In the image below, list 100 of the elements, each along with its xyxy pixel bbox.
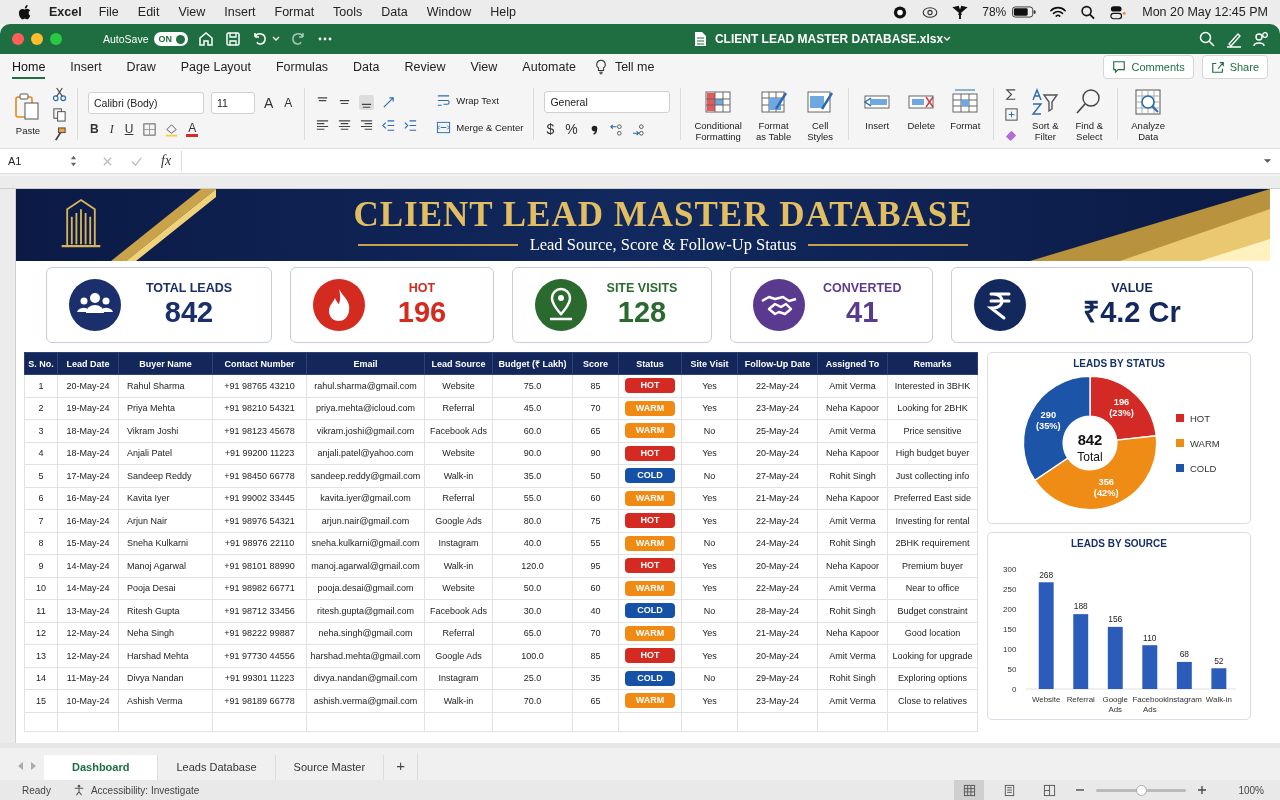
increase-indent-icon[interactable] [403,118,419,133]
font-size-button[interactable]: A [282,95,295,110]
menu-item[interactable]: File [98,5,119,19]
caret-icon[interactable] [943,36,952,42]
number-format-dropdown[interactable]: General [544,91,671,113]
menu-item[interactable]: Tools [333,5,363,19]
merge-center-button[interactable]: Merge & Center [436,120,524,135]
fill-icon[interactable] [1004,106,1020,122]
text-style-button[interactable]: I [107,121,116,137]
table-cell: Rohit Singh [817,667,888,690]
copy-icon[interactable] [52,106,67,122]
table-cell: 20-May-24 [57,374,119,397]
minimize-button[interactable] [31,33,43,45]
decrease-decimal-icon[interactable] [608,121,624,137]
document-title[interactable]: CLIENT LEAD MASTER DATABASE.xlsx [714,32,944,46]
number-format-button[interactable]: % [563,121,580,137]
font-color-button[interactable]: A [186,121,199,137]
menu-item[interactable]: Window [426,5,472,19]
ribbon-command-button[interactable]: Insert [859,86,896,142]
accessibility-icon[interactable] [72,784,85,796]
table-cell: Looking for 2BHK [887,397,978,420]
sheet-tab[interactable]: Dashboard [44,755,159,780]
wifi-icon[interactable] [1050,4,1067,20]
fill-bucket-icon[interactable] [164,121,180,137]
save-icon[interactable] [224,30,243,48]
menu-item[interactable]: Data [381,5,408,19]
table-cell: Manoj Agarwal [118,554,213,577]
table-cell: 23-May-24 [737,689,818,712]
caret-icon[interactable] [272,36,281,42]
font-name-dropdown[interactable]: Calibri (Body) [88,91,204,114]
menu-item[interactable]: Format [274,5,315,19]
accessibility-status[interactable]: Accessibility: Investigate [90,784,200,796]
home-icon[interactable] [197,30,216,48]
align-icon[interactable] [359,95,375,110]
ribbon-tab[interactable]: Review [404,55,446,79]
ribbon-tab[interactable]: Formulas [276,55,329,79]
ribbon-tab[interactable]: Data [353,55,380,79]
menu-item[interactable]: View [178,5,206,19]
apple-logo-icon[interactable] [18,4,31,20]
scissors-icon[interactable] [52,86,67,102]
menu-item[interactable]: Insert [224,5,256,19]
paintbrush-icon[interactable] [52,126,67,142]
decrease-indent-icon[interactable] [381,118,397,133]
fan-icon[interactable] [952,4,969,20]
people-icon[interactable] [1252,30,1270,48]
zoom-level[interactable]: 100% [1238,784,1264,796]
font-size-dropdown[interactable]: 11 [211,91,255,114]
eye-icon[interactable] [922,4,939,20]
text-angle-icon[interactable] [381,95,397,110]
menu-item[interactable]: Help [490,5,516,19]
ribbon-tab[interactable]: Insert [70,55,102,79]
ribbon-command-button[interactable]: Delete [903,86,940,142]
text-style-button[interactable]: B [88,122,101,136]
ribbon-tab[interactable]: Home [12,55,46,79]
align-icon[interactable] [337,118,353,133]
ribbon-command-button[interactable]: Cell Styles [802,86,839,142]
ribbon-tab[interactable]: View [470,55,498,79]
up-down-arrows-icon[interactable] [70,155,77,167]
analyze-data-icon [1133,86,1164,117]
table-cell: 65 [572,419,619,442]
text-style-button[interactable]: U [122,122,136,136]
font-size-button[interactable]: A [262,94,276,111]
comments-button[interactable]: Comments [1103,55,1194,79]
insert-function-button[interactable]: fx [161,153,172,169]
record-icon[interactable] [892,4,909,20]
sort-filter-icon [1030,86,1061,117]
zoom-button[interactable] [50,33,62,45]
zoom-slider-thumb[interactable] [1136,784,1148,796]
align-icon[interactable] [359,118,375,133]
ribbon-command-button[interactable]: Format as Table [752,86,795,142]
wrap-text-button[interactable]: Wrap Text [436,93,499,108]
tell-me-search[interactable]: Tell me [614,55,655,79]
app-menu[interactable]: Excel [49,5,82,19]
number-format-button[interactable]: $ [544,121,557,137]
table-cell: 19-May-24 [57,397,119,420]
borders-icon[interactable] [142,121,158,137]
table-cell: Neha Kapoor [817,397,888,420]
search-icon[interactable] [1198,30,1216,48]
paste-button[interactable]: Paste [10,92,46,136]
ribbon-tab[interactable]: Automate [522,55,576,79]
align-icon[interactable] [315,118,331,133]
ribbon-tab[interactable]: Draw [126,55,156,79]
ribbon-command-button[interactable]: Conditional Formatting [691,86,745,142]
ribbon-tab[interactable]: Page Layout [180,55,251,79]
menu-item[interactable]: Edit [137,5,160,19]
normal-view-button[interactable] [954,780,985,800]
search-icon[interactable] [1080,4,1097,20]
lightbulb-icon[interactable] [594,59,607,75]
autosave-toggle[interactable]: ON [153,32,189,46]
ribbon-command-button[interactable]: Analyze Data [1128,86,1169,142]
ribbon-command-button[interactable]: Find & Select [1071,86,1108,142]
battery-icon[interactable] [1012,6,1037,18]
name-box[interactable]: A1 [8,155,60,167]
ribbon-command-button[interactable]: Format [947,86,984,142]
share-button[interactable]: Share [1201,55,1268,79]
increase-decimal-icon[interactable] [630,121,646,137]
zoom-in-icon[interactable] [1196,784,1209,796]
control-center-icon[interactable] [1110,4,1127,20]
expand-caret-icon[interactable] [1263,158,1272,164]
ribbon-command-button[interactable]: Sort & Filter [1027,86,1064,142]
